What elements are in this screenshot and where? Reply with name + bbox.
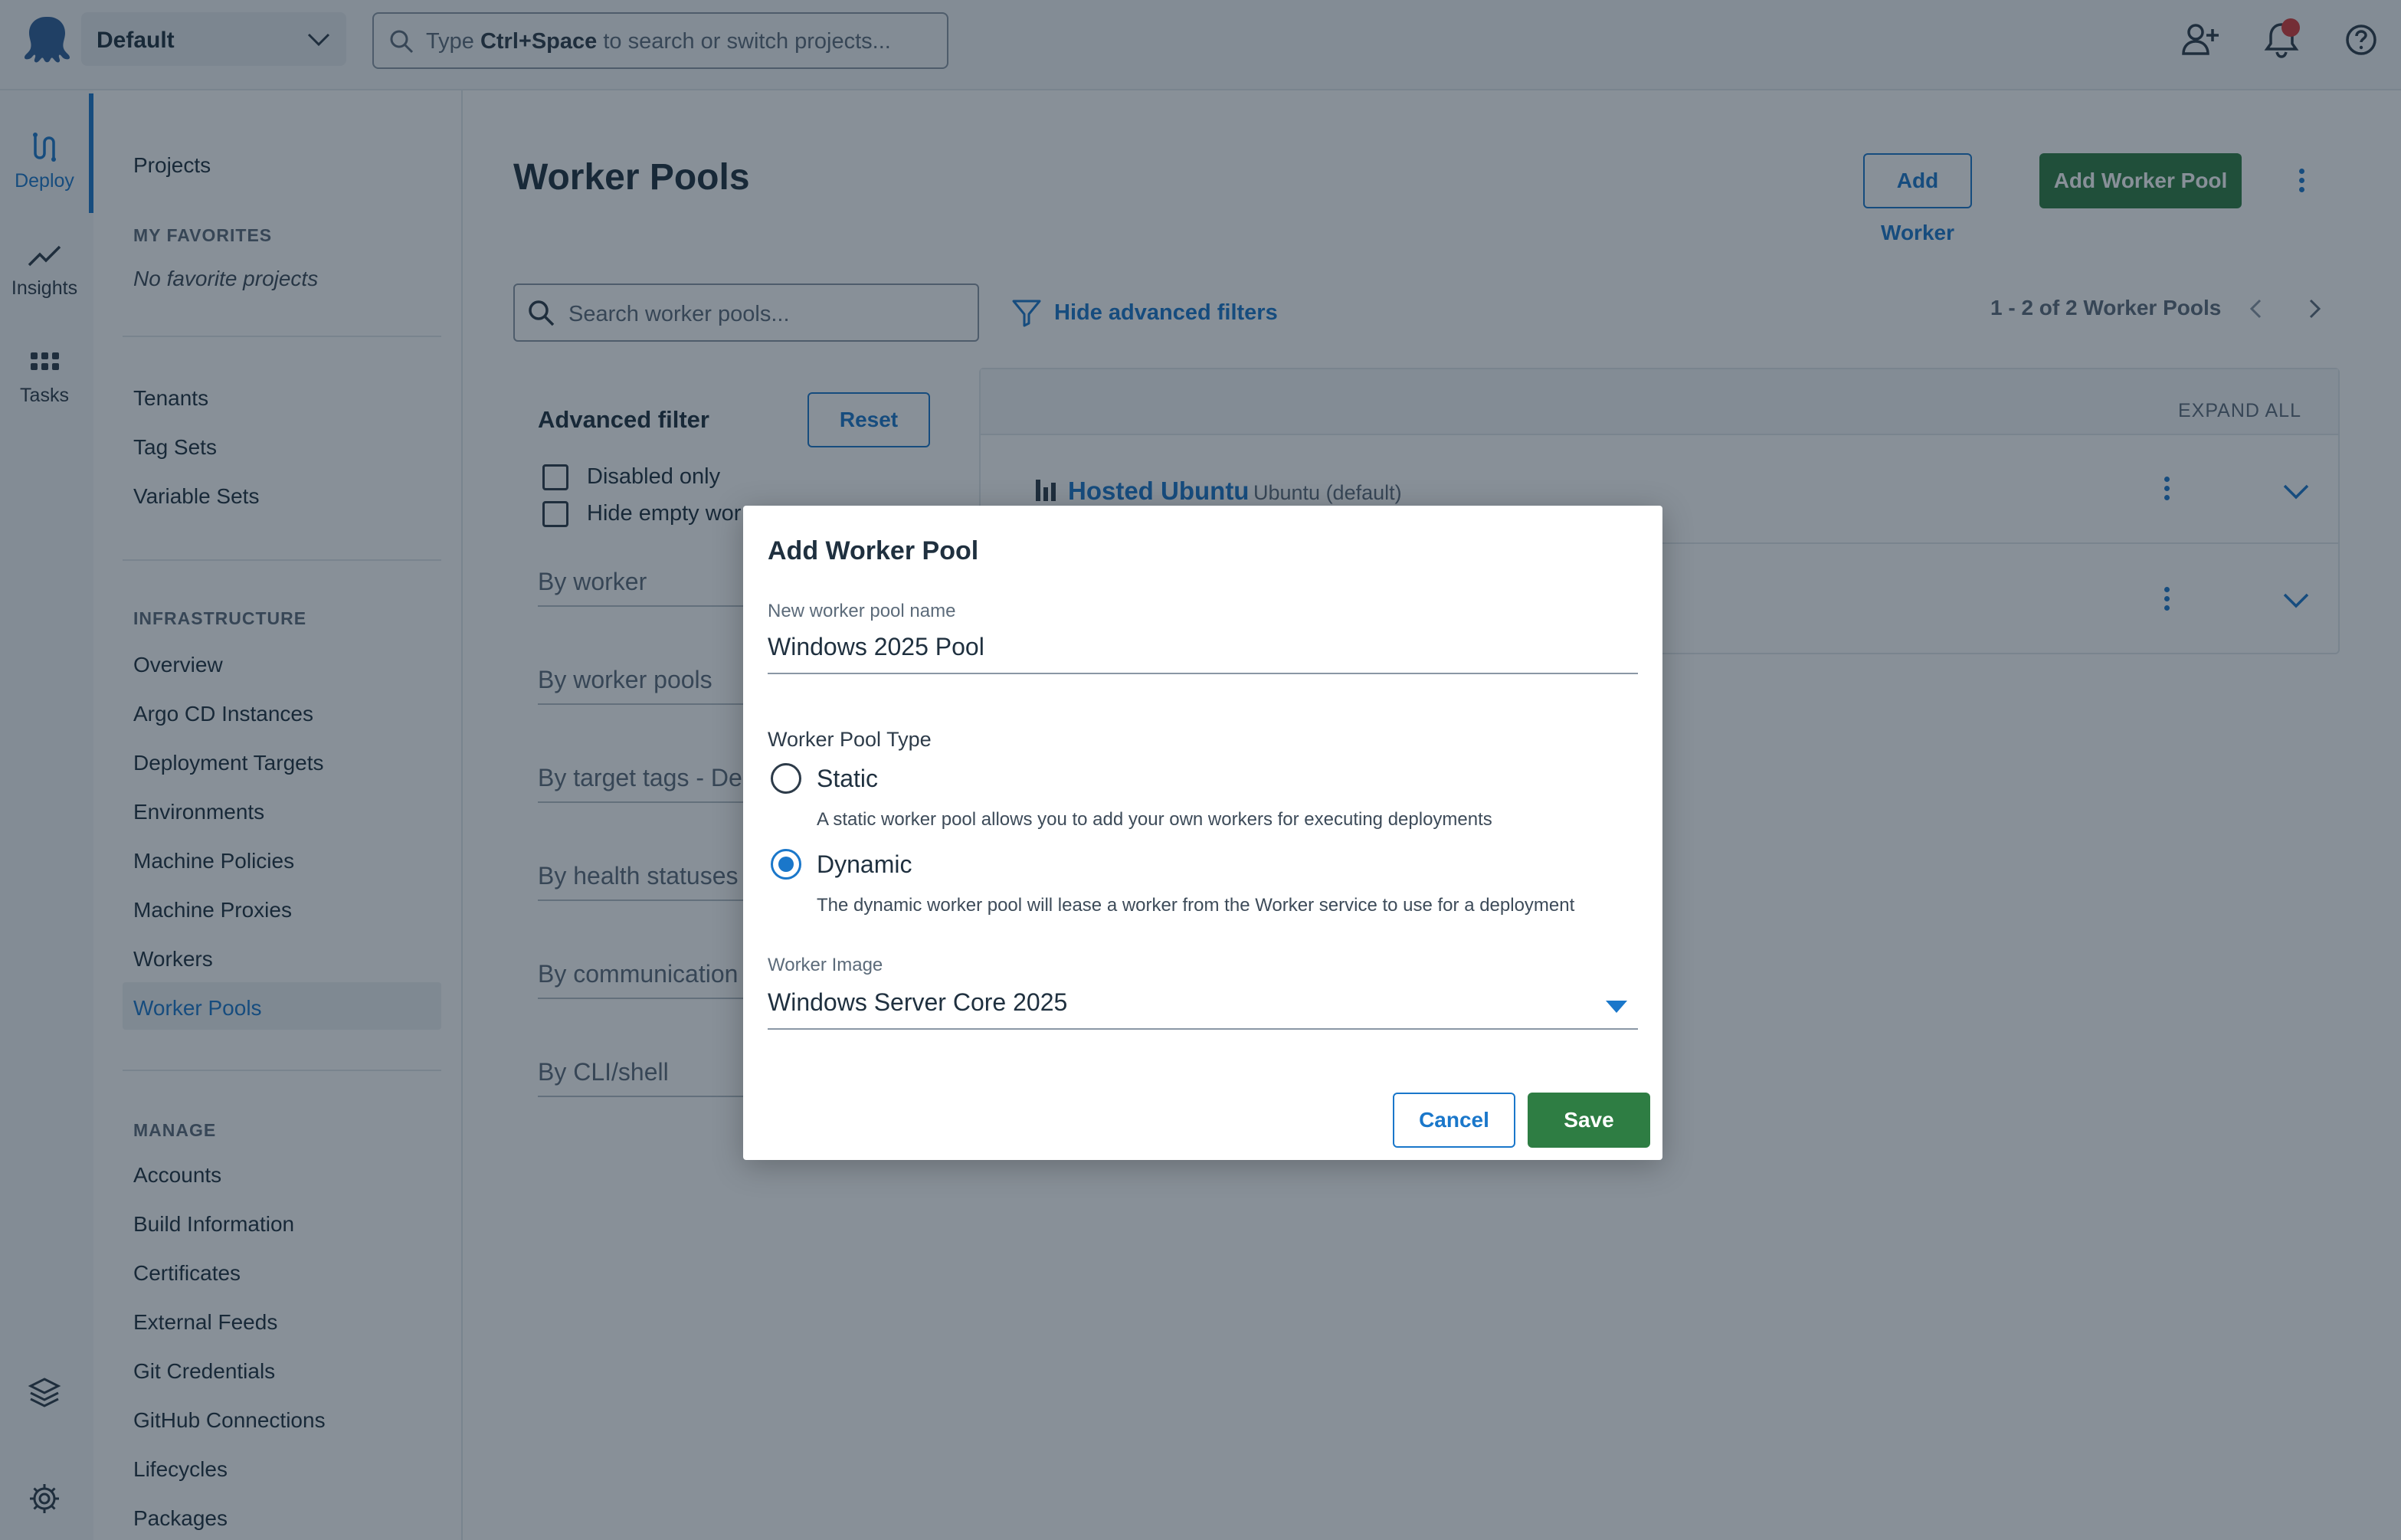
pool-type-label: Worker Pool Type — [768, 728, 932, 751]
pool-name-underline — [768, 673, 1638, 674]
dropdown-arrow-icon[interactable] — [1606, 1001, 1627, 1013]
cancel-button[interactable]: Cancel — [1393, 1093, 1515, 1148]
dynamic-description: The dynamic worker pool will lease a wor… — [817, 895, 1575, 916]
pool-name-label: New worker pool name — [768, 601, 956, 621]
save-button[interactable]: Save — [1528, 1093, 1650, 1148]
dialog-title: Add Worker Pool — [768, 536, 979, 565]
add-worker-pool-dialog: Add Worker Pool New worker pool name Win… — [743, 506, 1662, 1160]
worker-image-underline — [768, 1028, 1638, 1030]
worker-image-select[interactable]: Windows Server Core 2025 — [768, 988, 1595, 1017]
dynamic-radio-label[interactable]: Dynamic — [817, 850, 912, 879]
dynamic-radio[interactable] — [771, 849, 801, 880]
worker-image-label: Worker Image — [768, 955, 883, 975]
static-description: A static worker pool allows you to add y… — [817, 809, 1492, 830]
static-radio[interactable] — [771, 763, 801, 794]
static-radio-label[interactable]: Static — [817, 765, 878, 793]
pool-name-input[interactable]: Windows 2025 Pool — [768, 633, 984, 661]
